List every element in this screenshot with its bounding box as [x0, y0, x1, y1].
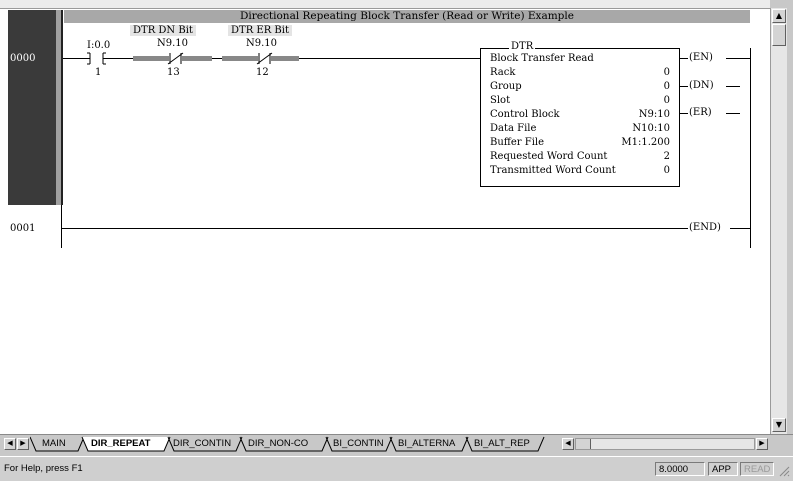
param-label: Data File	[490, 123, 537, 134]
tab-scroll-left-icon[interactable]: ◀	[4, 438, 16, 450]
tab-main[interactable]: MAIN	[42, 437, 66, 451]
tab-dir-repeat[interactable]: DIR_REPEAT	[91, 437, 150, 451]
tab-bi-alterna[interactable]: BI_ALTERNA	[398, 437, 455, 451]
contact-xic-i0-0[interactable]	[87, 52, 106, 65]
tab-dir-non-co[interactable]: DIR_NON-CO	[248, 437, 308, 451]
instruction-title: Block Transfer Read	[490, 53, 594, 64]
coil-label: EN	[692, 52, 709, 63]
dtr-instruction-block[interactable]: DTR Block Transfer Read Rack 0 Group 0 Slo…	[480, 41, 680, 187]
param-buffer-file[interactable]: Buffer File M1:1.200	[490, 137, 670, 150]
scroll-up-arrow-icon[interactable]: ▲	[772, 9, 786, 23]
param-value: 0	[663, 81, 670, 92]
scroll-down-arrow-icon[interactable]: ▼	[772, 418, 786, 432]
param-label: Slot	[490, 95, 511, 106]
param-value: 2	[663, 151, 670, 162]
end-label: END	[692, 222, 717, 233]
resize-grip-icon[interactable]	[778, 465, 790, 477]
contact-address: I:0.0	[87, 40, 111, 51]
param-data-file[interactable]: Data File N10:10	[490, 123, 670, 136]
param-value: M1:1.200	[621, 137, 670, 148]
param-label: Control Block	[490, 109, 560, 120]
contact-xio-n9-10-12[interactable]	[256, 52, 273, 65]
param-rack[interactable]: Rack 0	[490, 67, 670, 80]
hscroll-right-arrow-icon[interactable]: ▶	[756, 438, 768, 450]
output-coil-dn[interactable]: (DN)	[688, 80, 715, 91]
ladder-editor[interactable]: Directional Repeating Block Transfer (Re…	[0, 0, 770, 434]
tab-bi-alt-rep[interactable]: BI_ALT_REP	[474, 437, 530, 451]
coil-label: ER	[692, 107, 708, 118]
program-tab-bar: ◀ ▶ MAIN DIR_REPEAT DIR_CONTIN DIR_NON-C…	[0, 434, 793, 455]
param-label: Group	[490, 81, 522, 92]
param-label: Requested Word Count	[490, 151, 608, 162]
status-bar: For Help, press F1 8.0000 APP READ	[0, 456, 793, 481]
param-slot[interactable]: Slot 0	[490, 95, 670, 108]
param-value: N10:10	[632, 123, 670, 134]
vertical-scrollbar[interactable]: ▲ ▼	[770, 8, 787, 434]
param-label: Transmitted Word Count	[490, 165, 616, 176]
param-value: 0	[663, 95, 670, 106]
status-read: READ	[740, 462, 774, 476]
hscroll-thumb[interactable]	[576, 439, 591, 449]
energized-wire	[269, 56, 299, 61]
tab-dir-contin[interactable]: DIR_CONTIN	[173, 437, 231, 451]
energized-wire	[133, 56, 169, 61]
param-control-block[interactable]: Control Block N9:10	[490, 109, 670, 122]
energized-wire	[222, 56, 258, 61]
contact-bit: 12	[256, 67, 269, 78]
param-requested-word-count[interactable]: Requested Word Count 2	[490, 151, 670, 164]
output-coil-en[interactable]: (EN)	[688, 52, 714, 63]
status-zoom: 8.0000	[655, 462, 705, 476]
param-value: 0	[663, 165, 670, 176]
scroll-thumb[interactable]	[772, 24, 786, 46]
param-label: Rack	[490, 67, 516, 78]
contact-address: N9.10	[246, 38, 278, 49]
status-help-text: For Help, press F1	[4, 463, 83, 474]
contact-header: DTR DN Bit	[130, 25, 196, 36]
horizontal-scrollbar[interactable]	[575, 438, 755, 450]
contact-header: DTR ER Bit	[228, 25, 292, 36]
coil-label: DN	[692, 80, 710, 91]
end-instruction[interactable]: (END)	[688, 222, 722, 233]
energized-wire	[182, 56, 212, 61]
contact-xio-n9-10-13[interactable]	[167, 52, 184, 65]
contact-bit: 13	[167, 67, 180, 78]
contact-bit: 1	[95, 67, 102, 78]
instruction-mnemonic: DTR	[509, 41, 536, 52]
status-app: APP	[708, 462, 738, 476]
tab-scroll-right-icon[interactable]: ▶	[17, 438, 29, 450]
param-value: 0	[663, 67, 670, 78]
contact-address: N9.10	[157, 38, 189, 49]
hscroll-left-arrow-icon[interactable]: ◀	[562, 438, 574, 450]
param-transmitted-word-count[interactable]: Transmitted Word Count 0	[490, 165, 670, 178]
param-value: N9:10	[638, 109, 670, 120]
param-group[interactable]: Group 0	[490, 81, 670, 94]
tab-bi-contin[interactable]: BI_CONTIN	[333, 437, 384, 451]
param-label: Buffer File	[490, 137, 545, 148]
output-coil-er[interactable]: (ER)	[688, 107, 713, 118]
